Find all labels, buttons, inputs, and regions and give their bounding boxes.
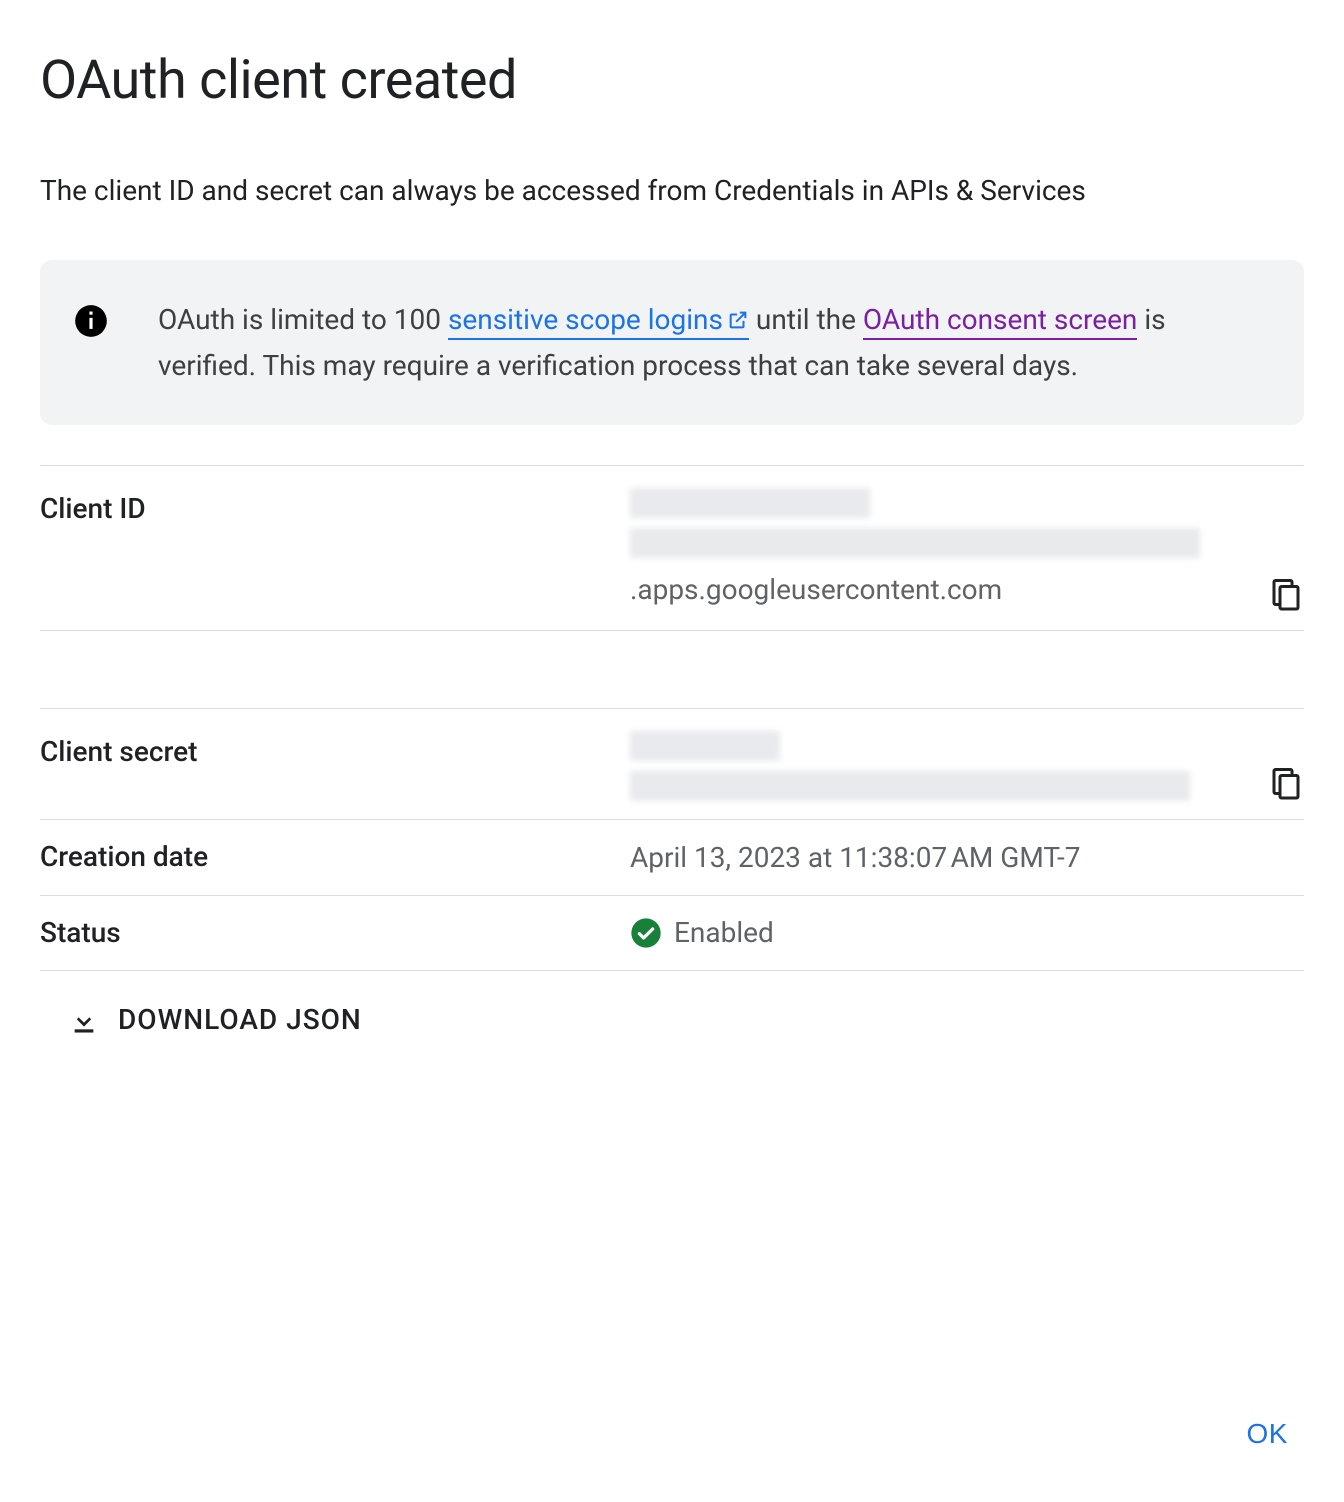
- oauth-client-created-dialog: OAuth client created The client ID and s…: [40, 40, 1304, 1462]
- spacer-row: [40, 631, 1304, 709]
- client-secret-row: Client secret: [40, 709, 1304, 820]
- client-id-value: .apps.​googleusercontent.com: [630, 488, 1304, 611]
- client-id-label: Client ID: [40, 488, 630, 530]
- creation-date-label: Creation date: [40, 836, 630, 878]
- status-row: Status Enabled: [40, 896, 1304, 971]
- client-id-suffix: .apps.​googleusercontent.com: [630, 573, 1002, 606]
- client-secret-label: Client secret: [40, 731, 630, 773]
- client-secret-value: [630, 731, 1304, 801]
- notice-prefix: OAuth is limited to 100: [158, 303, 448, 336]
- download-icon: [68, 1004, 100, 1036]
- copy-client-secret-button[interactable]: [1268, 765, 1304, 801]
- creation-date-row: Creation date April 13, 2023 at 11:38:07…: [40, 820, 1304, 896]
- dialog-title: OAuth client created: [40, 40, 1304, 121]
- download-json-button[interactable]: DOWNLOAD JSON: [40, 971, 1304, 1041]
- client-id-redacted: [630, 488, 1200, 568]
- dialog-subtitle: The client ID and secret can always be a…: [40, 169, 1304, 212]
- notice-mid: until the: [749, 303, 863, 336]
- credentials-table: Client ID .apps.​googleusercontent.com C…: [40, 465, 1304, 971]
- notice-text: OAuth is limited to 100 sensitive scope …: [158, 298, 1260, 387]
- info-notice: OAuth is limited to 100 sensitive scope …: [40, 260, 1304, 425]
- creation-date-value: April 13, 2023 at 11:38:07 AM GMT-7: [630, 836, 1304, 879]
- sensitive-scope-logins-link[interactable]: sensitive scope logins: [448, 303, 749, 340]
- dialog-footer: OK: [40, 1406, 1304, 1462]
- check-circle-icon: [630, 917, 662, 949]
- status-label: Status: [40, 912, 630, 954]
- client-id-row: Client ID .apps.​googleusercontent.com: [40, 466, 1304, 630]
- info-icon: [72, 302, 110, 340]
- ok-button[interactable]: OK: [1239, 1406, 1296, 1462]
- client-secret-redacted: [630, 731, 1190, 801]
- oauth-consent-screen-link[interactable]: OAuth consent screen: [863, 303, 1138, 340]
- status-value: Enabled: [630, 912, 774, 954]
- copy-client-id-button[interactable]: [1268, 576, 1304, 612]
- external-link-icon: [727, 300, 749, 343]
- download-json-label: DOWNLOAD JSON: [118, 999, 362, 1041]
